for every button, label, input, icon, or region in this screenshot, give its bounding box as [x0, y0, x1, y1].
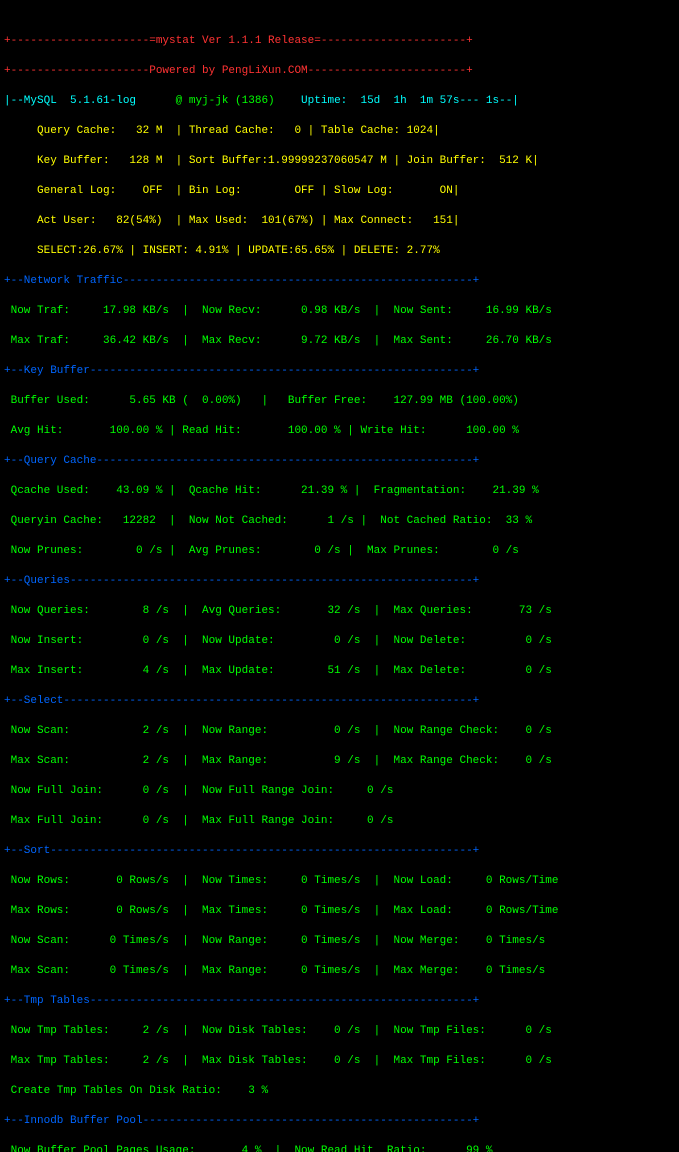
log-info: General Log: OFF | Bin Log: OFF | Slow L…: [4, 184, 675, 199]
select-scan: Now Scan: 2 /s | Now Range: 0 /s | Now R…: [4, 724, 675, 739]
queries-now: Now Queries: 8 /s | Avg Queries: 32 /s |…: [4, 604, 675, 619]
sort-scan: Now Scan: 0 Times/s | Now Range: 0 Times…: [4, 934, 675, 949]
select-maxfulljoin: Max Full Join: 0 /s | Max Full Range Joi…: [4, 814, 675, 829]
header-line-1: +---------------------=mystat Ver 1.1.1 …: [4, 34, 675, 49]
key-buffer-used: Buffer Used: 5.65 KB ( 0.00%) | Buffer F…: [4, 394, 675, 409]
section-innodb: +--Innodb Buffer Pool-------------------…: [4, 1114, 675, 1129]
cache-info: Query Cache: 32 M | Thread Cache: 0 | Ta…: [4, 124, 675, 139]
section-sort: +--Sort---------------------------------…: [4, 844, 675, 859]
mysql-info: |--MySQL 5.1.61-log @ myj-jk (1386) Upti…: [4, 94, 675, 109]
net-max: Max Traf: 36.42 KB/s | Max Recv: 9.72 KB…: [4, 334, 675, 349]
section-keybuffer: +--Key Buffer---------------------------…: [4, 364, 675, 379]
tmp-now: Now Tmp Tables: 2 /s | Now Disk Tables: …: [4, 1024, 675, 1039]
qcache-prunes: Now Prunes: 0 /s | Avg Prunes: 0 /s | Ma…: [4, 544, 675, 559]
tmp-max: Max Tmp Tables: 2 /s | Max Disk Tables: …: [4, 1054, 675, 1069]
section-network: +--Network Traffic----------------------…: [4, 274, 675, 289]
header-line-2: +---------------------Powered by PengLiX…: [4, 64, 675, 79]
section-select: +--Select-------------------------------…: [4, 694, 675, 709]
qcache-queryin: Queryin Cache: 12282 | Now Not Cached: 1…: [4, 514, 675, 529]
user-info: Act User: 82(54%) | Max Used: 101(67%) |…: [4, 214, 675, 229]
net-now: Now Traf: 17.98 KB/s | Now Recv: 0.98 KB…: [4, 304, 675, 319]
queries-insert: Now Insert: 0 /s | Now Update: 0 /s | No…: [4, 634, 675, 649]
ib-usage: Now Buffer Pool Pages Usage: 4 % | Now R…: [4, 1144, 675, 1152]
sort-rows: Now Rows: 0 Rows/s | Now Times: 0 Times/…: [4, 874, 675, 889]
qcache-used: Qcache Used: 43.09 % | Qcache Hit: 21.39…: [4, 484, 675, 499]
key-hit: Avg Hit: 100.00 % | Read Hit: 100.00 % |…: [4, 424, 675, 439]
buffer-info: Key Buffer: 128 M | Sort Buffer:1.999992…: [4, 154, 675, 169]
query-types: SELECT:26.67% | INSERT: 4.91% | UPDATE:6…: [4, 244, 675, 259]
queries-max: Max Insert: 4 /s | Max Update: 51 /s | M…: [4, 664, 675, 679]
sort-maxscan: Max Scan: 0 Times/s | Max Range: 0 Times…: [4, 964, 675, 979]
section-querycache: +--Query Cache--------------------------…: [4, 454, 675, 469]
section-tmp: +--Tmp Tables---------------------------…: [4, 994, 675, 1009]
select-fulljoin: Now Full Join: 0 /s | Now Full Range Joi…: [4, 784, 675, 799]
tmp-ratio: Create Tmp Tables On Disk Ratio: 3 %: [4, 1084, 675, 1099]
sort-maxrows: Max Rows: 0 Rows/s | Max Times: 0 Times/…: [4, 904, 675, 919]
section-queries: +--Queries------------------------------…: [4, 574, 675, 589]
select-maxscan: Max Scan: 2 /s | Max Range: 9 /s | Max R…: [4, 754, 675, 769]
